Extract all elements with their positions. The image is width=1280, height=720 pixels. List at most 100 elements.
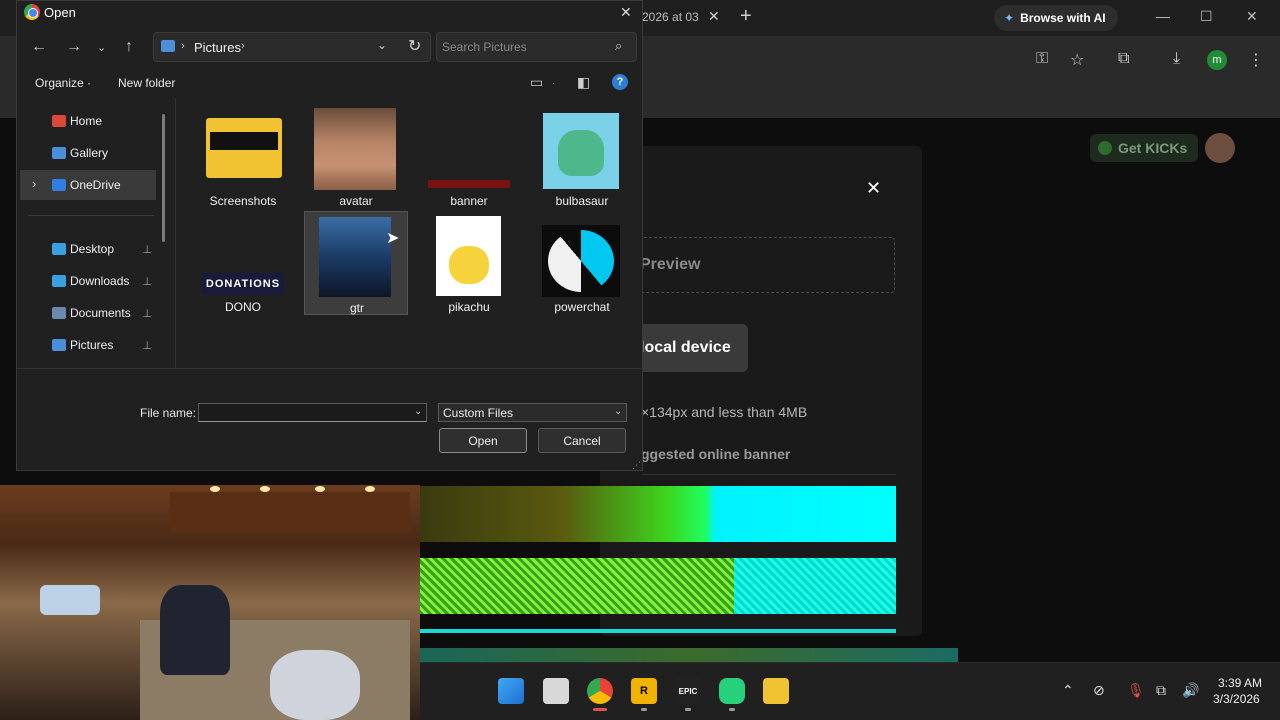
file-explorer-icon[interactable] <box>763 678 789 704</box>
webcam-light <box>365 486 375 492</box>
sidebar-item-label: Documents <box>70 306 131 320</box>
user-avatar[interactable] <box>1205 133 1235 163</box>
dono-thumbnail: DONATIONS <box>202 273 284 295</box>
sidebar-item-desktop[interactable]: Desktop ⊥ <box>20 234 156 264</box>
forward-arrow-icon[interactable]: → <box>66 38 82 56</box>
sidebar-item-home[interactable]: Home <box>20 106 156 136</box>
sidebar-item-label: Downloads <box>70 274 130 288</box>
running-indicator <box>593 708 607 711</box>
folder-preview <box>210 132 278 150</box>
game-launcher-icon[interactable] <box>719 678 745 704</box>
avatar-thumbnail <box>314 108 396 190</box>
back-arrow-icon[interactable]: ← <box>31 38 47 56</box>
help-icon[interactable]: ? <box>612 74 628 90</box>
chrome-icon[interactable] <box>587 678 613 704</box>
tab-close-icon[interactable]: ✕ <box>708 8 720 25</box>
home-icon <box>52 115 66 127</box>
sidebar-item-pictures[interactable]: Pictures ⊥ <box>20 330 156 360</box>
minimize-button[interactable]: — <box>1156 8 1170 24</box>
file-item-banner[interactable]: banner <box>417 104 521 208</box>
view-options-icon[interactable]: ▭ <box>530 74 543 91</box>
epic-games-icon[interactable]: EPIC <box>675 678 701 704</box>
navigation-divider <box>28 215 154 216</box>
show-hidden-icons-icon[interactable]: ⌃ <box>1062 682 1074 699</box>
menu-icon[interactable]: ⋮ <box>1248 50 1264 70</box>
expand-chevron-icon[interactable]: › <box>32 176 36 191</box>
pin-icon: ⊥ <box>142 275 152 288</box>
search-input[interactable]: Search Pictures <box>442 40 527 54</box>
search-icon[interactable]: ⌕ <box>615 38 622 54</box>
webcam-light <box>315 486 325 492</box>
sidebar-item-gallery[interactable]: Gallery <box>20 138 156 168</box>
new-folder-button[interactable]: New folder <box>118 76 175 90</box>
organize-menu[interactable]: Organize · <box>35 76 91 90</box>
file-name: gtr <box>349 301 364 315</box>
sidebar-item-onedrive[interactable]: › OneDrive <box>20 170 156 200</box>
divider <box>641 474 896 475</box>
file-item-dono[interactable]: DONO <box>191 211 295 315</box>
display-icon[interactable]: ⧉ <box>1156 682 1166 699</box>
open-button[interactable]: Open <box>439 428 527 453</box>
pictures-folder-icon <box>161 40 175 52</box>
dialog-title: Open <box>44 5 76 20</box>
suggested-banner-heading: ggested online banner <box>641 446 791 462</box>
file-name-input[interactable] <box>198 403 427 422</box>
breadcrumb-separator[interactable]: › <box>241 40 245 52</box>
clock-date[interactable]: 3/3/2026 <box>1213 692 1260 706</box>
up-arrow-icon[interactable]: ↑ <box>125 38 133 56</box>
download-icon[interactable]: ⤓ <box>1173 50 1180 68</box>
refresh-icon[interactable]: ↻ <box>408 36 421 56</box>
preview-pane-icon[interactable]: ◧ <box>577 74 590 91</box>
clock-time[interactable]: 3:39 AM <box>1218 676 1262 690</box>
cancel-button[interactable]: Cancel <box>538 428 626 453</box>
password-key-icon[interactable]: ⚿ <box>1036 50 1048 68</box>
view-dropdown-icon[interactable]: · <box>552 78 555 88</box>
sparkle-icon: ✦ <box>1004 11 1015 25</box>
pane-splitter[interactable] <box>175 98 176 368</box>
webcam-light <box>260 486 270 492</box>
recent-locations-icon[interactable]: ⌄ <box>97 41 106 54</box>
file-type-dropdown-icon[interactable]: ⌄ <box>614 406 622 417</box>
running-indicator <box>685 708 691 711</box>
suggested-banner-option[interactable] <box>420 486 896 542</box>
tab-title[interactable]: 2026 at 03 <box>642 10 699 24</box>
microphone-icon[interactable]: 🎙 <box>1127 682 1145 699</box>
kick-icon <box>1098 141 1112 155</box>
sidebar-item-label: OneDrive <box>70 178 121 192</box>
sidebar-item-downloads[interactable]: Downloads ⊥ <box>20 266 156 296</box>
window-close-button[interactable]: ✕ <box>1246 8 1258 25</box>
task-view-icon[interactable] <box>543 678 569 704</box>
gallery-icon <box>52 147 66 159</box>
bookmark-star-icon[interactable]: ☆ <box>1070 50 1084 70</box>
lens-icon[interactable]: ⧉ <box>1118 50 1129 68</box>
dialog-close-icon[interactable]: ✕ <box>620 4 632 21</box>
file-type-select[interactable]: Custom Files <box>438 403 627 422</box>
get-kicks-button[interactable]: Get KICKs <box>1090 134 1198 162</box>
start-icon[interactable] <box>498 678 524 704</box>
modal-close-icon[interactable]: ✕ <box>866 178 881 199</box>
network-off-icon[interactable]: ⊘ <box>1093 682 1105 699</box>
running-indicator <box>641 708 647 711</box>
sidebar-item-documents[interactable]: Documents ⊥ <box>20 298 156 328</box>
banner-thumbnail <box>428 180 510 188</box>
file-name-label: File name: <box>140 406 197 420</box>
file-name-dropdown-icon[interactable]: ⌄ <box>414 406 422 417</box>
browse-with-ai-button[interactable]: ✦ Browse with AI <box>994 5 1118 31</box>
volume-icon[interactable]: 🔊 <box>1182 682 1199 699</box>
downloads-icon <box>52 275 66 287</box>
breadcrumb-pictures[interactable]: Pictures <box>194 40 241 55</box>
new-tab-button[interactable]: + <box>740 5 752 28</box>
upload-local-device-label: local device <box>640 339 731 356</box>
maximize-button[interactable]: ☐ <box>1200 8 1213 25</box>
organize-label: Organize <box>35 76 84 90</box>
resize-grip-icon[interactable]: ⋰ <box>632 460 641 471</box>
profile-avatar[interactable]: m <box>1207 50 1227 70</box>
rockstar-icon[interactable]: R <box>631 678 657 704</box>
webcam-basket <box>40 585 100 615</box>
sidebar-item-label: Gallery <box>70 146 109 160</box>
suggested-banner-option[interactable] <box>420 648 958 662</box>
navigation-scrollbar[interactable] <box>162 114 165 242</box>
sidebar-item-label: Home <box>70 114 103 128</box>
address-dropdown-icon[interactable]: ⌄ <box>377 38 387 52</box>
suggested-banner-option[interactable] <box>420 629 896 633</box>
